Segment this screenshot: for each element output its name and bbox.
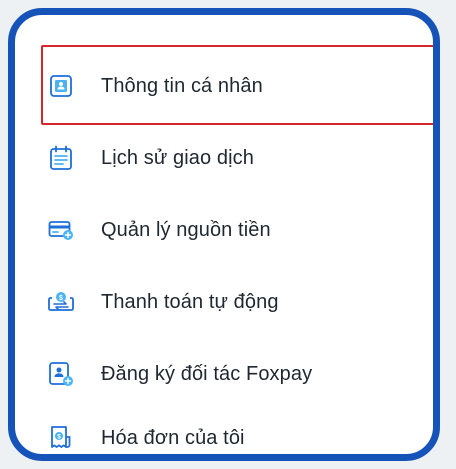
menu-item-transaction-history[interactable]: Lịch sử giao dịch <box>47 135 254 181</box>
auto-payment-icon: $ <box>47 288 75 316</box>
menu-item-label: Thông tin cá nhân <box>101 74 263 97</box>
credit-card-icon <box>47 216 75 244</box>
receipt-icon: $ <box>47 424 75 452</box>
menu-item-label: Đăng ký đối tác Foxpay <box>101 362 313 385</box>
menu-item-auto-payment[interactable]: $ Thanh toán tự động <box>47 279 279 325</box>
menu-item-personal-info[interactable]: Thông tin cá nhân <box>47 63 263 109</box>
menu-item-label: Lịch sử giao dịch <box>101 146 254 169</box>
menu-item-label: Hóa đơn của tôi <box>101 426 245 449</box>
menu-item-foxpay-partner[interactable]: Đăng ký đối tác Foxpay <box>47 351 312 397</box>
menu-item-label: Quản lý nguồn tiền <box>101 218 271 241</box>
svg-text:$: $ <box>59 295 63 302</box>
svg-text:$: $ <box>57 434 61 441</box>
partner-register-icon <box>47 360 75 388</box>
menu-item-label: Thanh toán tự động <box>101 290 279 313</box>
menu-panel: Thông tin cá nhân Lịch sử giao dịch Quản… <box>8 8 440 461</box>
menu-item-my-bills[interactable]: $ Hóa đơn của tôi <box>47 415 245 454</box>
calendar-list-icon <box>47 144 75 172</box>
user-card-icon <box>47 72 75 100</box>
account-menu: Thông tin cá nhân Lịch sử giao dịch Quản… <box>15 15 433 454</box>
menu-item-funding-sources[interactable]: Quản lý nguồn tiền <box>47 207 271 253</box>
